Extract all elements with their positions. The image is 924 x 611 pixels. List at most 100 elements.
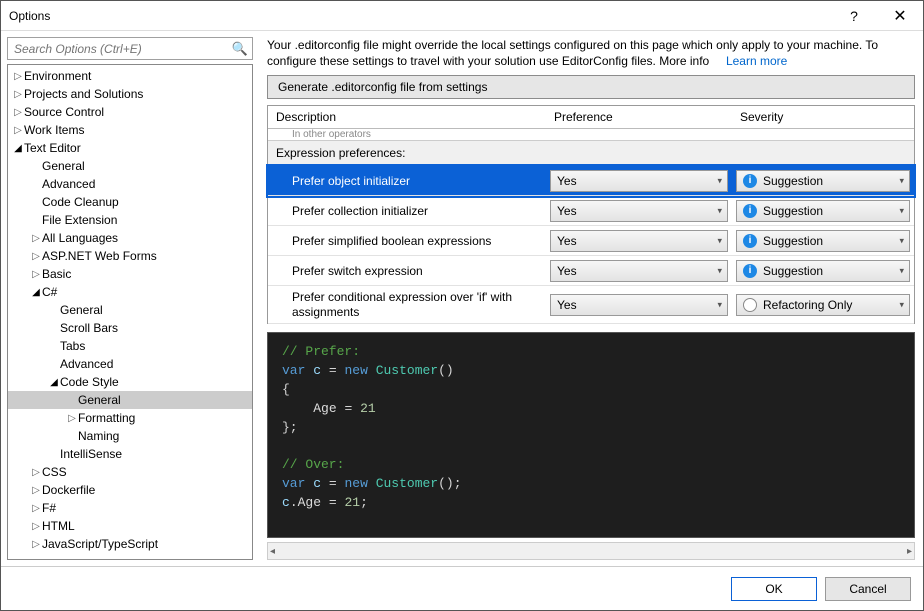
search-icon[interactable]: 🔍 [232, 41, 248, 57]
preference-value: Yes [557, 298, 577, 312]
caret-down-icon[interactable]: ◢ [12, 143, 24, 154]
caret-right-icon[interactable]: ▷ [30, 485, 42, 496]
caret-right-icon[interactable]: ▷ [30, 521, 42, 532]
caret-right-icon[interactable]: ▷ [30, 251, 42, 262]
tree-node[interactable]: Advanced [8, 355, 252, 373]
cancel-button[interactable]: Cancel [825, 577, 911, 601]
learn-more-link[interactable]: Learn more [726, 54, 787, 68]
tree-node[interactable]: ▷ Source Control [8, 103, 252, 121]
tree-node[interactable]: ▷ Environment [8, 67, 252, 85]
tree-node[interactable]: ▷ Basic [8, 265, 252, 283]
tree-node[interactable]: ▷ ASP.NET Web Forms [8, 247, 252, 265]
tree-node-label: HTML [42, 519, 75, 533]
col-preference[interactable]: Preference [546, 106, 732, 128]
grid-prev-row-fragment: In other operators [268, 129, 914, 141]
tree-node[interactable]: ▷ Formatting [8, 409, 252, 427]
severity-combo[interactable]: iSuggestion▾ [736, 170, 910, 192]
preference-combo[interactable]: Yes▾ [550, 200, 728, 222]
ok-button[interactable]: OK [731, 577, 817, 601]
search-input[interactable] [7, 37, 253, 60]
tree-node[interactable]: ◢ C# [8, 283, 252, 301]
severity-value: Suggestion [763, 204, 823, 218]
settings-grid: Description Preference Severity In other… [267, 105, 915, 324]
preference-value: Yes [557, 204, 577, 218]
severity-combo[interactable]: iSuggestion▾ [736, 230, 910, 252]
preference-combo[interactable]: Yes▾ [550, 170, 728, 192]
tree-node-label: C# [42, 285, 57, 299]
chevron-down-icon: ▾ [899, 265, 904, 276]
info-text: Your .editorconfig file might override t… [267, 37, 915, 69]
grid-row[interactable]: Prefer collection initializerYes▾iSugges… [268, 196, 914, 226]
tree-node[interactable]: ▷ HTML [8, 517, 252, 535]
caret-right-icon[interactable]: ▷ [66, 413, 78, 424]
tree-node[interactable]: ▷ Dockerfile [8, 481, 252, 499]
tree-node[interactable]: ▷ Projects and Solutions [8, 85, 252, 103]
tree-node[interactable]: Tabs [8, 337, 252, 355]
caret-right-icon[interactable]: ▷ [30, 233, 42, 244]
caret-right-icon[interactable]: ▷ [30, 503, 42, 514]
grid-row[interactable]: Prefer simplified boolean expressionsYes… [268, 226, 914, 256]
severity-combo[interactable]: iSuggestion▾ [736, 260, 910, 282]
tree-node[interactable]: ◢ Text Editor [8, 139, 252, 157]
tree-node[interactable]: ▷ JavaScript/TypeScript [8, 535, 252, 553]
scroll-left-icon[interactable]: ◂ [270, 546, 275, 557]
preference-combo[interactable]: Yes▾ [550, 260, 728, 282]
info-icon: i [743, 204, 757, 218]
caret-right-icon[interactable]: ▷ [30, 467, 42, 478]
preference-value: Yes [557, 234, 577, 248]
caret-right-icon[interactable]: ▷ [30, 539, 42, 550]
severity-value: Refactoring Only [763, 298, 852, 312]
tree-node-label: Formatting [78, 411, 135, 425]
tree-node[interactable]: ▷ Work Items [8, 121, 252, 139]
tree-node-label: Environment [24, 69, 91, 83]
caret-right-icon[interactable]: ▷ [12, 125, 24, 136]
caret-right-icon[interactable]: ▷ [12, 107, 24, 118]
caret-down-icon[interactable]: ◢ [48, 377, 60, 388]
chevron-down-icon: ▾ [899, 175, 904, 186]
grid-row[interactable]: Prefer conditional expression over 'if' … [268, 286, 914, 324]
chevron-down-icon: ▾ [899, 205, 904, 216]
severity-combo[interactable]: i Suggestion ▾ [736, 200, 910, 222]
close-button[interactable]: ✕ [877, 1, 923, 31]
options-page: Your .editorconfig file might override t… [257, 31, 923, 566]
tree-node[interactable]: General [8, 301, 252, 319]
tree-node[interactable]: General [8, 157, 252, 175]
info-icon: i [743, 174, 757, 188]
severity-value: Suggestion [763, 264, 823, 278]
tree-node[interactable]: Naming [8, 427, 252, 445]
tree-node[interactable]: ▷ All Languages [8, 229, 252, 247]
tree-node[interactable]: Code Cleanup [8, 193, 252, 211]
chevron-down-icon: ▾ [717, 299, 722, 310]
grid-row[interactable]: Prefer switch expressionYes▾iSuggestion▾ [268, 256, 914, 286]
caret-right-icon[interactable]: ▷ [12, 89, 24, 100]
tree-node[interactable]: ◢ Code Style [8, 373, 252, 391]
grid-section-expression-preferences[interactable]: Expression preferences: [268, 141, 914, 166]
severity-combo[interactable]: Refactoring Only▾ [736, 294, 910, 316]
tree-node-label: Advanced [42, 177, 95, 191]
col-description[interactable]: Description [268, 106, 546, 128]
caret-down-icon[interactable]: ◢ [30, 287, 42, 298]
caret-right-icon[interactable]: ▷ [12, 71, 24, 82]
circle-icon [743, 298, 757, 312]
generate-editorconfig-button[interactable]: Generate .editorconfig file from setting… [267, 75, 915, 99]
options-tree[interactable]: ▷ Environment▷ Projects and Solutions▷ S… [7, 64, 253, 560]
preference-combo[interactable]: Yes ▾ [550, 294, 728, 316]
tree-node[interactable]: Scroll Bars [8, 319, 252, 337]
tree-node[interactable]: Advanced [8, 175, 252, 193]
caret-right-icon[interactable]: ▷ [30, 269, 42, 280]
chevron-down-icon: ▾ [717, 235, 722, 246]
preference-combo[interactable]: Yes ▾ [550, 230, 728, 252]
tree-node[interactable]: General [8, 391, 252, 409]
help-button[interactable]: ? [831, 1, 877, 31]
row-description: Prefer object initializer [268, 170, 546, 192]
col-severity[interactable]: Severity [732, 106, 914, 128]
row-description: Prefer switch expression [268, 260, 546, 282]
tree-node[interactable]: ▷ CSS [8, 463, 252, 481]
horizontal-scrollbar[interactable]: ◂ ▸ [267, 542, 915, 560]
tree-node-label: Source Control [24, 105, 104, 119]
tree-node[interactable]: File Extension [8, 211, 252, 229]
tree-node[interactable]: IntelliSense [8, 445, 252, 463]
grid-row[interactable]: Prefer object initializerYes▾ iSuggestion… [268, 166, 914, 196]
tree-node[interactable]: ▷ F# [8, 499, 252, 517]
scroll-right-icon[interactable]: ▸ [907, 546, 912, 557]
